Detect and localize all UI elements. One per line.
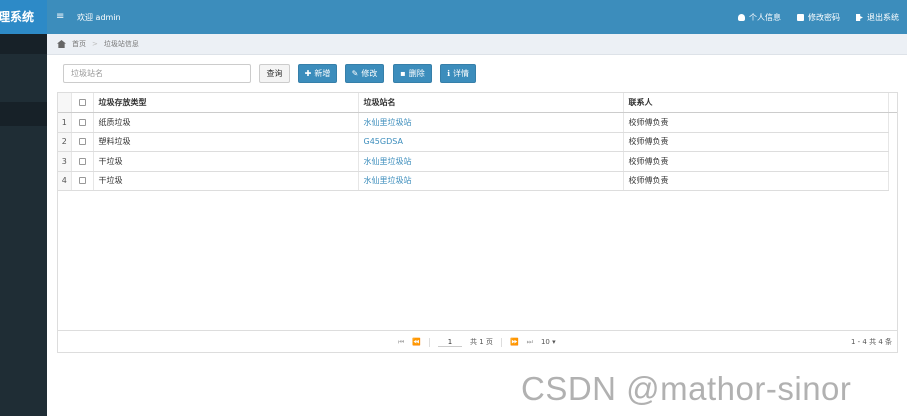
- row-number: 2: [58, 132, 72, 152]
- cell-station: 水仙里垃圾站: [358, 151, 624, 172]
- cell-type: 纸质垃圾: [93, 112, 359, 133]
- column-header-contact[interactable]: 联系人: [623, 93, 889, 113]
- station-link[interactable]: 水仙里垃圾站: [364, 157, 412, 166]
- table-row[interactable]: 3 干垃圾 水仙里垃圾站 校师傅负责: [58, 151, 889, 172]
- row-number: 1: [58, 112, 72, 133]
- query-button[interactable]: 查询: [259, 64, 290, 83]
- profile-label: 个人信息: [749, 13, 781, 22]
- station-link[interactable]: G45GDSA: [364, 137, 403, 146]
- pager-divider: [429, 337, 431, 347]
- cell-contact: 校师傅负责: [623, 132, 889, 152]
- row-checkbox-cell[interactable]: [71, 112, 94, 133]
- row-checkbox[interactable]: [78, 138, 86, 146]
- column-header-type[interactable]: 垃圾存放类型: [93, 93, 359, 113]
- table-row[interactable]: 1 纸质垃圾 水仙里垃圾站 校师傅负责: [58, 112, 889, 133]
- breadcrumb-separator: >: [92, 40, 98, 48]
- logout-link[interactable]: 退出系统: [856, 12, 899, 23]
- detail-button[interactable]: ℹ 详情: [440, 64, 476, 83]
- home-icon: [57, 40, 66, 48]
- column-header-station[interactable]: 垃圾站名: [358, 93, 624, 113]
- page-size-select[interactable]: 10 ▾: [541, 338, 556, 346]
- cell-station: 水仙里垃圾站: [358, 112, 624, 133]
- row-checkbox-cell[interactable]: [71, 132, 94, 152]
- breadcrumb-current: 垃圾站信息: [103, 40, 139, 48]
- select-all-checkbox-cell[interactable]: [71, 93, 94, 113]
- detail-label: 详情: [453, 69, 470, 78]
- next-page-icon[interactable]: ⏩: [510, 338, 519, 346]
- pagination-controls: ⏮ ⏪ 共 1 页 ⏩ ⏭ 10 ▾: [398, 337, 556, 347]
- pagination-bar: ⏮ ⏪ 共 1 页 ⏩ ⏭ 10 ▾ 1 - 4 共 4 条: [58, 330, 897, 352]
- table-header-row: 垃圾存放类型 垃圾站名 联系人: [58, 93, 889, 113]
- welcome-text: 欢迎 admin: [77, 13, 121, 22]
- row-checkbox[interactable]: [78, 118, 86, 126]
- station-table: 垃圾存放类型 垃圾站名 联系人 1 纸质垃圾 水仙里垃圾站 校师傅负责 2 塑料…: [58, 93, 889, 191]
- brand-title: 理系统: [0, 0, 47, 34]
- data-table-panel: 垃圾存放类型 垃圾站名 联系人 1 纸质垃圾 水仙里垃圾站 校师傅负责 2 塑料…: [57, 92, 898, 353]
- header-nav: 个人信息 修改密码 退出系统: [738, 12, 899, 23]
- top-header: ≡ 欢迎 admin 个人信息 修改密码 退出系统: [47, 0, 907, 34]
- first-page-icon[interactable]: ⏮: [398, 338, 404, 347]
- station-link[interactable]: 水仙里垃圾站: [364, 118, 412, 127]
- cell-contact: 校师傅负责: [623, 171, 889, 191]
- breadcrumb: 首页 > 垃圾站信息: [47, 34, 907, 55]
- row-number: 4: [58, 171, 72, 191]
- sidebar-item-1[interactable]: [0, 34, 47, 54]
- cell-station: G45GDSA: [358, 132, 624, 152]
- change-password-label: 修改密码: [808, 13, 840, 22]
- table-row[interactable]: 2 塑料垃圾 G45GDSA 校师傅负责: [58, 132, 889, 152]
- total-pages-text: 共 1 页: [470, 338, 493, 346]
- logout-label: 退出系统: [867, 13, 899, 22]
- cell-type: 塑料垃圾: [93, 132, 359, 152]
- page-number-input[interactable]: [438, 337, 463, 347]
- cell-type: 干垃圾: [93, 171, 359, 191]
- row-checkbox-cell[interactable]: [71, 171, 94, 191]
- prev-page-icon[interactable]: ⏪: [412, 338, 421, 346]
- row-checkbox[interactable]: [78, 157, 86, 165]
- table-row[interactable]: 4 干垃圾 水仙里垃圾站 校师傅负责: [58, 171, 889, 191]
- sidebar: 理系统: [0, 0, 47, 416]
- change-password-link[interactable]: 修改密码: [797, 12, 840, 23]
- station-link[interactable]: 水仙里垃圾站: [364, 176, 412, 185]
- station-name-search-input[interactable]: [63, 64, 251, 83]
- cell-contact: 校师傅负责: [623, 151, 889, 172]
- cell-station: 水仙里垃圾站: [358, 171, 624, 191]
- edit-icon: ✎: [351, 69, 359, 78]
- sidebar-item-2[interactable]: [0, 102, 47, 126]
- cell-type: 干垃圾: [93, 151, 359, 172]
- cell-contact: 校师傅负责: [623, 112, 889, 133]
- breadcrumb-home[interactable]: 首页: [72, 39, 86, 49]
- menu-toggle-icon[interactable]: ≡: [56, 11, 64, 23]
- user-icon: [738, 14, 745, 21]
- profile-link[interactable]: 个人信息: [738, 12, 781, 23]
- delete-button[interactable]: ▪ 删除: [393, 64, 432, 83]
- table-header-scroll-gutter: [887, 93, 897, 113]
- logout-icon: [856, 14, 863, 21]
- lock-icon: [797, 14, 804, 21]
- row-number-header: [58, 93, 72, 113]
- delete-label: 删除: [408, 69, 425, 78]
- query-label: 查询: [266, 69, 283, 78]
- add-label: 新增: [314, 69, 331, 78]
- trash-icon: ▪: [400, 69, 406, 78]
- row-checkbox-cell[interactable]: [71, 151, 94, 172]
- select-all-checkbox[interactable]: [78, 99, 86, 106]
- edit-label: 修改: [361, 69, 378, 78]
- add-button[interactable]: ✚ 新增: [298, 64, 337, 83]
- plus-icon: ✚: [304, 69, 312, 78]
- last-page-icon[interactable]: ⏭: [527, 338, 533, 347]
- record-summary: 1 - 4 共 4 条: [850, 338, 892, 346]
- row-checkbox[interactable]: [78, 177, 86, 185]
- info-icon: ℹ: [446, 69, 451, 78]
- row-number: 3: [58, 151, 72, 172]
- watermark: CSDN @mathor-sinor: [521, 370, 852, 407]
- edit-button[interactable]: ✎ 修改: [345, 64, 384, 83]
- pager-divider: [500, 337, 502, 347]
